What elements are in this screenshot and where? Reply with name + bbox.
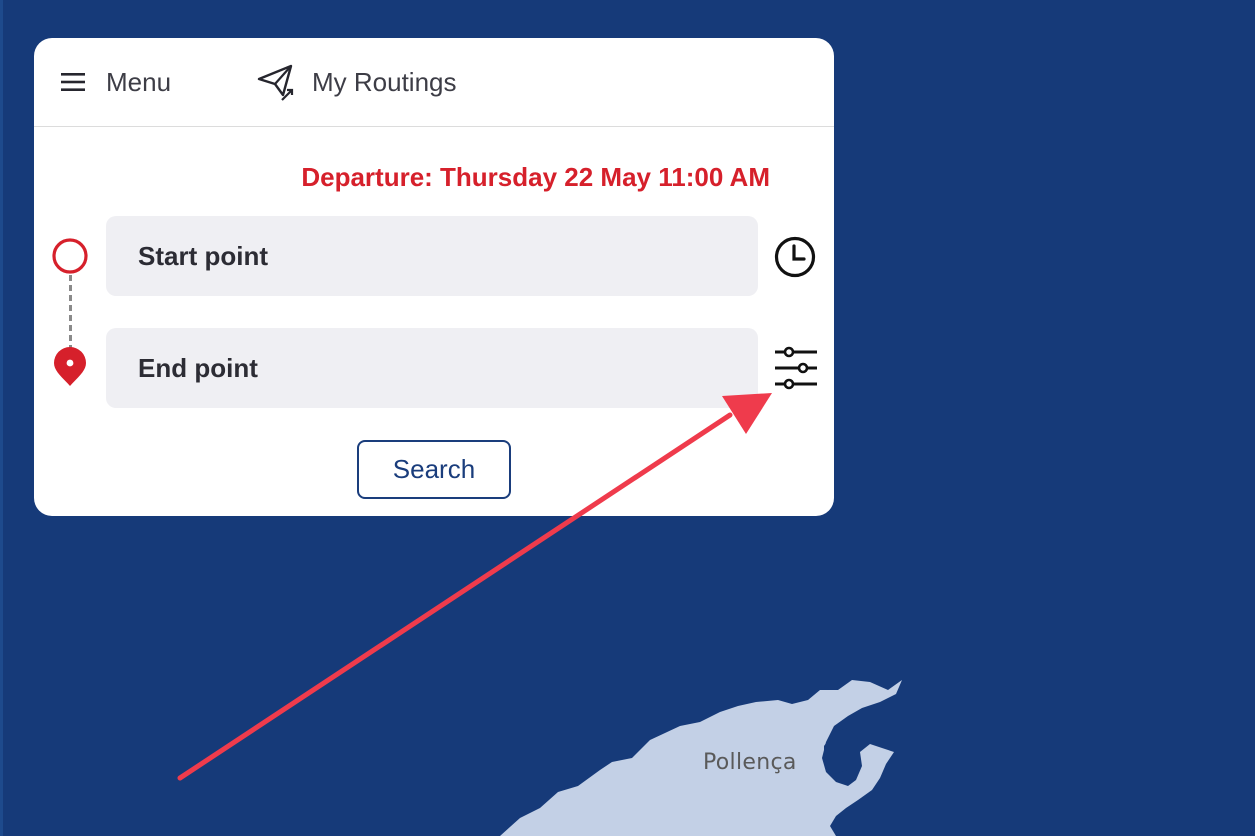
sliders-icon[interactable] [773, 346, 819, 390]
hamburger-icon [61, 73, 85, 91]
map-place-label: Pollença [703, 750, 797, 775]
clock-icon[interactable] [773, 235, 817, 279]
destination-pin-icon [54, 347, 86, 386]
menu-label: Menu [106, 66, 172, 97]
route-planner-panel: Menu My Routings Departure: Thursday 22 … [34, 38, 834, 516]
menu-button[interactable]: Menu [60, 62, 171, 102]
start-circle-icon [52, 238, 88, 274]
my-routings-label: My Routings [312, 66, 457, 97]
panel-header: Menu My Routings [34, 38, 834, 127]
search-button[interactable]: Search [357, 440, 511, 499]
end-point-input[interactable]: End point [106, 328, 758, 408]
route-connector [69, 275, 72, 350]
start-point-input[interactable]: Start point [106, 216, 758, 296]
my-routings-button[interactable]: My Routings [256, 62, 457, 102]
paper-plane-icon [257, 64, 294, 101]
departure-time-text[interactable]: Departure: Thursday 22 May 11:00 AM [34, 162, 770, 193]
window-edge [0, 0, 3, 836]
